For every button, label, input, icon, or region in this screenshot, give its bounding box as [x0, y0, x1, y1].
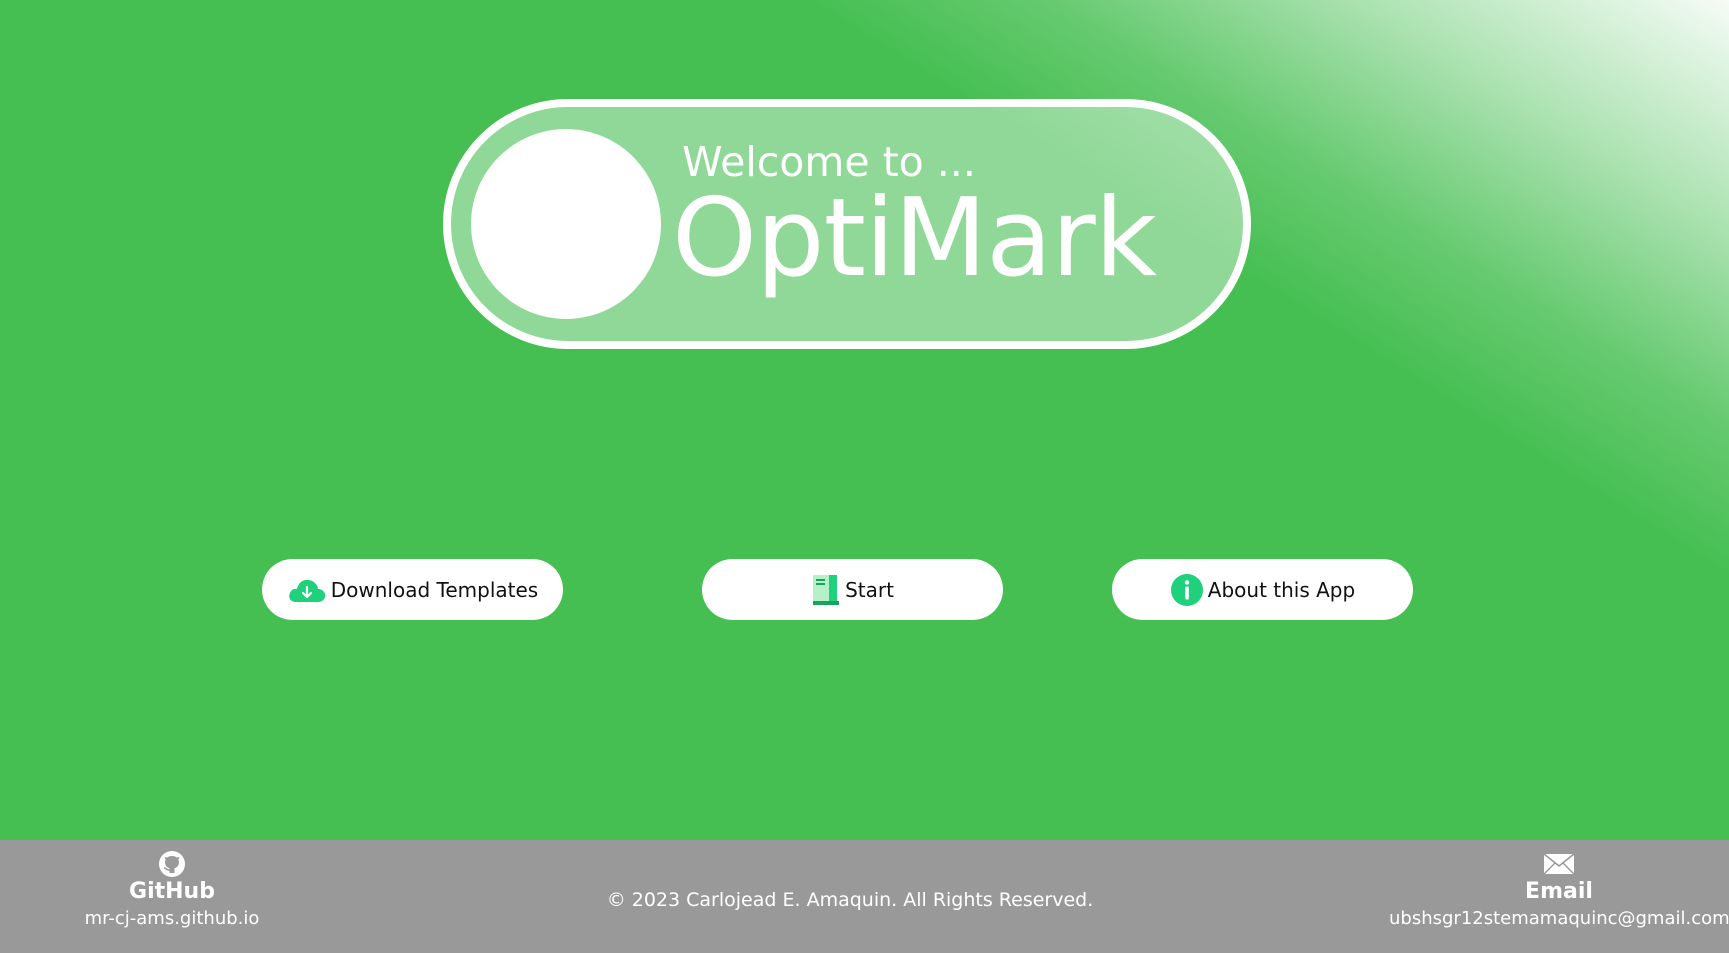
email-title: Email — [1525, 879, 1593, 904]
mail-icon — [1389, 850, 1729, 878]
footer: GitHub mr-cj-ams.github.io © 2023 Carloj… — [0, 840, 1729, 953]
about-app-button[interactable]: About this App — [1112, 559, 1413, 620]
download-templates-button[interactable]: Download Templates — [262, 559, 563, 620]
github-section[interactable]: GitHub mr-cj-ams.github.io — [72, 840, 272, 932]
email-section[interactable]: Email ubshsgr12stemamaquinc@gmail.com — [1389, 840, 1729, 932]
welcome-banner: Welcome to ... OptiMark — [443, 99, 1251, 349]
cloud-download-icon — [287, 575, 327, 605]
start-label: Start — [845, 577, 894, 602]
github-icon — [72, 850, 272, 878]
info-icon — [1170, 573, 1204, 607]
about-app-label: About this App — [1207, 577, 1356, 602]
logo-circle — [471, 129, 661, 319]
brand-title: OptiMark — [672, 176, 1157, 301]
download-templates-label: Download Templates — [330, 577, 539, 602]
start-button[interactable]: Start — [702, 559, 1003, 620]
book-icon — [811, 574, 841, 606]
email-address[interactable]: ubshsgr12stemamaquinc@gmail.com — [1389, 906, 1729, 932]
